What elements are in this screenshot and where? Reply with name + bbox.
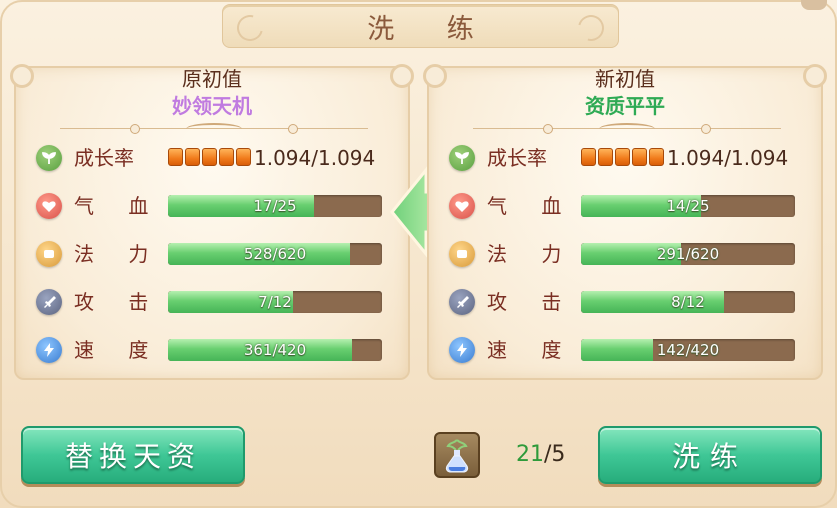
mp-bar: 528/620 — [168, 243, 382, 265]
lightning-icon — [36, 337, 62, 363]
potion-bottle-icon — [445, 439, 469, 473]
quality-label: 资质平平 — [585, 94, 665, 118]
speed-value: 142/420 — [656, 341, 720, 359]
sword-icon — [449, 289, 475, 315]
heart-icon — [36, 193, 62, 219]
scroll-icon — [36, 241, 62, 267]
growth-label: 成长率 — [487, 146, 547, 170]
divider — [473, 123, 781, 134]
dialog-title: 洗 练 — [367, 13, 496, 45]
item-slot[interactable] — [434, 432, 480, 478]
replace-aptitude-button[interactable]: 替换天资 — [21, 426, 245, 484]
speed-label: 速 度 — [487, 338, 576, 362]
attack-value: 8/12 — [671, 293, 705, 311]
material-count: 21/5 — [516, 441, 565, 469]
quality-label: 妙领天机 — [172, 94, 252, 118]
speed-row: 速 度 142/420 — [449, 337, 809, 363]
hp-label: 气 血 — [487, 194, 576, 218]
attack-bar: 8/12 — [581, 291, 795, 313]
growth-value: 1.094/1.094 — [254, 146, 376, 170]
growth-label: 成长率 — [74, 146, 134, 170]
hp-bar: 17/25 — [168, 195, 382, 217]
speed-bar: 361/420 — [168, 339, 382, 361]
original-stats-panel: 原初值 妙领天机 成长率 1.094/1.094 气 血 17/25 法 力 5… — [10, 64, 414, 380]
sprout-icon — [36, 145, 62, 171]
panel-heading: 新初值 — [595, 67, 655, 91]
growth-stars — [581, 148, 664, 168]
hp-value: 17/25 — [253, 197, 297, 215]
hp-row: 气 血 14/25 — [449, 193, 809, 219]
material-owned: 21 — [516, 442, 544, 467]
attack-row: 攻 击 7/12 — [36, 289, 396, 315]
divider — [60, 123, 368, 134]
attack-label: 攻 击 — [487, 290, 576, 314]
heart-icon — [449, 193, 475, 219]
lightning-icon — [449, 337, 475, 363]
speed-value: 361/420 — [243, 341, 307, 359]
growth-row: 成长率 1.094/1.094 — [36, 145, 396, 171]
top-right-corner-tab — [801, 0, 827, 10]
title-banner: 洗 练 — [222, 4, 619, 48]
sword-icon — [36, 289, 62, 315]
mp-value: 528/620 — [243, 245, 307, 263]
speed-bar: 142/420 — [581, 339, 795, 361]
scroll-icon — [449, 241, 475, 267]
ornament-right — [573, 10, 609, 46]
attack-bar: 7/12 — [168, 291, 382, 313]
new-stats-panel: 新初值 资质平平 成长率 1.094/1.094 气 血 14/25 法 力 2… — [423, 64, 827, 380]
hp-row: 气 血 17/25 — [36, 193, 396, 219]
mp-value: 291/620 — [656, 245, 720, 263]
hp-bar: 14/25 — [581, 195, 795, 217]
ornament-left — [232, 10, 268, 46]
growth-row: 成长率 1.094/1.094 — [449, 145, 809, 171]
material-required: /5 — [544, 442, 566, 467]
speed-label: 速 度 — [74, 338, 163, 362]
panel-heading: 原初值 — [182, 67, 242, 91]
mp-row: 法 力 528/620 — [36, 241, 396, 267]
mp-bar: 291/620 — [581, 243, 795, 265]
attack-row: 攻 击 8/12 — [449, 289, 809, 315]
attack-value: 7/12 — [258, 293, 292, 311]
attack-label: 攻 击 — [74, 290, 163, 314]
mp-label: 法 力 — [487, 242, 576, 266]
speed-row: 速 度 361/420 — [36, 337, 396, 363]
sprout-icon — [449, 145, 475, 171]
growth-stars — [168, 148, 251, 168]
mp-label: 法 力 — [74, 242, 163, 266]
hp-label: 气 血 — [74, 194, 163, 218]
refine-button[interactable]: 洗练 — [598, 426, 822, 484]
hp-value: 14/25 — [666, 197, 710, 215]
growth-value: 1.094/1.094 — [667, 146, 789, 170]
mp-row: 法 力 291/620 — [449, 241, 809, 267]
